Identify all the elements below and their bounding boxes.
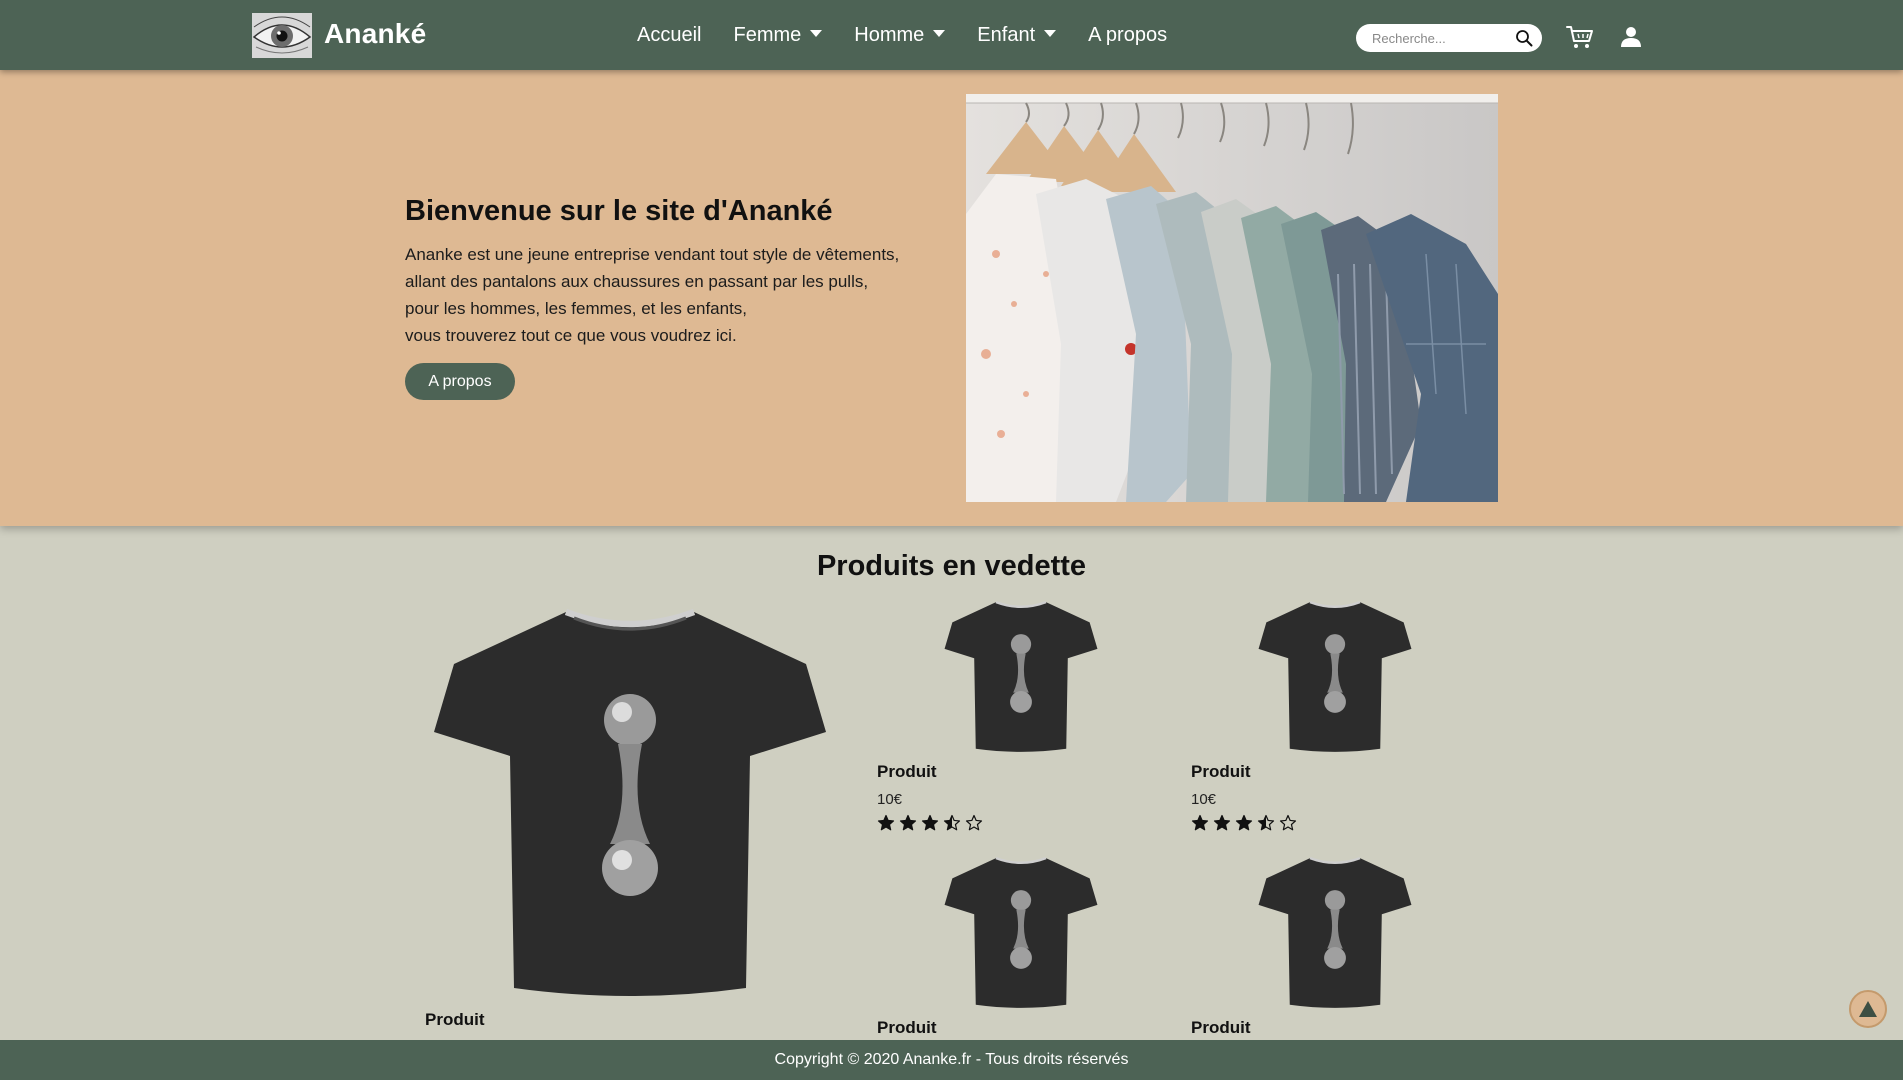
- caret-down-icon: [933, 30, 946, 37]
- product-card[interactable]: Produit: [1191, 854, 1412, 1038]
- product-card[interactable]: Produit: [877, 854, 1098, 1038]
- star-full-icon: [899, 814, 917, 831]
- brand-name[interactable]: Ananké: [324, 18, 426, 50]
- nav-link-label: Femme: [733, 23, 802, 46]
- nav-dropdown-femme[interactable]: Femme: [733, 23, 823, 47]
- hero-text-line: vous trouverez tout ce que vous voudrez …: [405, 326, 737, 345]
- navbar: Ananké Accueil Femme Homme Enfant A prop…: [0, 0, 1903, 70]
- product-card[interactable]: Produit 10€: [1191, 598, 1412, 832]
- star-empty-icon: [965, 814, 983, 831]
- user-icon[interactable]: [1620, 26, 1642, 53]
- tshirt-image: [944, 600, 1098, 752]
- star-rating: [1191, 814, 1391, 832]
- product-price: 10€: [1191, 791, 1217, 808]
- nav-dropdown-enfant[interactable]: Enfant: [977, 23, 1057, 47]
- star-full-icon: [1191, 814, 1209, 831]
- footer: Copyright © 2020 Ananke.fr - Tous droits…: [0, 1040, 1903, 1080]
- star-full-icon: [1235, 814, 1253, 831]
- tshirt-image: [944, 856, 1098, 1008]
- hero-text-line: Ananke est une jeune entreprise vendant …: [405, 245, 900, 264]
- product-card[interactable]: Produit 10€: [877, 598, 1098, 832]
- star-empty-icon: [1279, 814, 1297, 831]
- nav-link-label: Homme: [854, 23, 925, 46]
- caret-down-icon: [810, 30, 823, 37]
- about-button[interactable]: A propos: [405, 363, 515, 400]
- star-full-icon: [877, 814, 895, 831]
- copyright-text: Copyright © 2020 Ananke.fr - Tous droits…: [774, 1051, 1129, 1068]
- caret-down-icon: [1044, 30, 1057, 37]
- eye-logo-icon[interactable]: [252, 13, 312, 58]
- product-name: Produit: [1191, 1018, 1251, 1037]
- star-full-icon: [1213, 814, 1231, 831]
- nav-link-label: Accueil: [637, 23, 702, 46]
- product-name: Produit: [1191, 762, 1251, 781]
- nav-dropdown-homme[interactable]: Homme: [854, 23, 946, 47]
- arrow-up-icon[interactable]: [1849, 990, 1887, 1028]
- star-rating: [877, 814, 1077, 832]
- hero-banner: Bienvenue sur le site d'Ananké Ananke es…: [0, 70, 1903, 526]
- tshirt-image: [1258, 600, 1412, 752]
- hero-text-line: pour les hommes, les femmes, et les enfa…: [405, 299, 748, 318]
- tshirt-image: [1258, 856, 1412, 1008]
- hero-text-line: allant des pantalons aux chaussures en p…: [405, 272, 869, 291]
- star-half-icon: [1257, 814, 1275, 831]
- product-card[interactable]: Produit: [425, 604, 830, 1030]
- tshirt-image: [434, 609, 826, 996]
- nav-link-a-propos[interactable]: A propos: [1088, 24, 1167, 47]
- product-name: Produit: [877, 762, 937, 781]
- search-input[interactable]: [1370, 29, 1514, 47]
- product-name: Produit: [425, 1010, 485, 1029]
- star-full-icon: [921, 814, 939, 831]
- nav-link-label: Enfant: [977, 23, 1036, 46]
- search-box: [1356, 24, 1542, 52]
- search-icon[interactable]: [1515, 29, 1533, 52]
- product-price: 10€: [877, 791, 903, 808]
- hero-title: Bienvenue sur le site d'Ananké: [405, 195, 833, 227]
- nav-link-label: A propos: [1088, 23, 1168, 46]
- star-half-icon: [943, 814, 961, 831]
- featured-title: Produits en vedette: [816, 550, 1087, 582]
- main-nav: Accueil Femme Homme Enfant A propos: [637, 0, 1167, 70]
- product-name: Produit: [877, 1018, 937, 1037]
- hero-description: Ananke est une jeune entreprise vendant …: [405, 241, 925, 349]
- cart-icon[interactable]: [1566, 24, 1594, 55]
- nav-link-accueil[interactable]: Accueil: [637, 24, 701, 47]
- clothes-rack-image: [966, 94, 1498, 502]
